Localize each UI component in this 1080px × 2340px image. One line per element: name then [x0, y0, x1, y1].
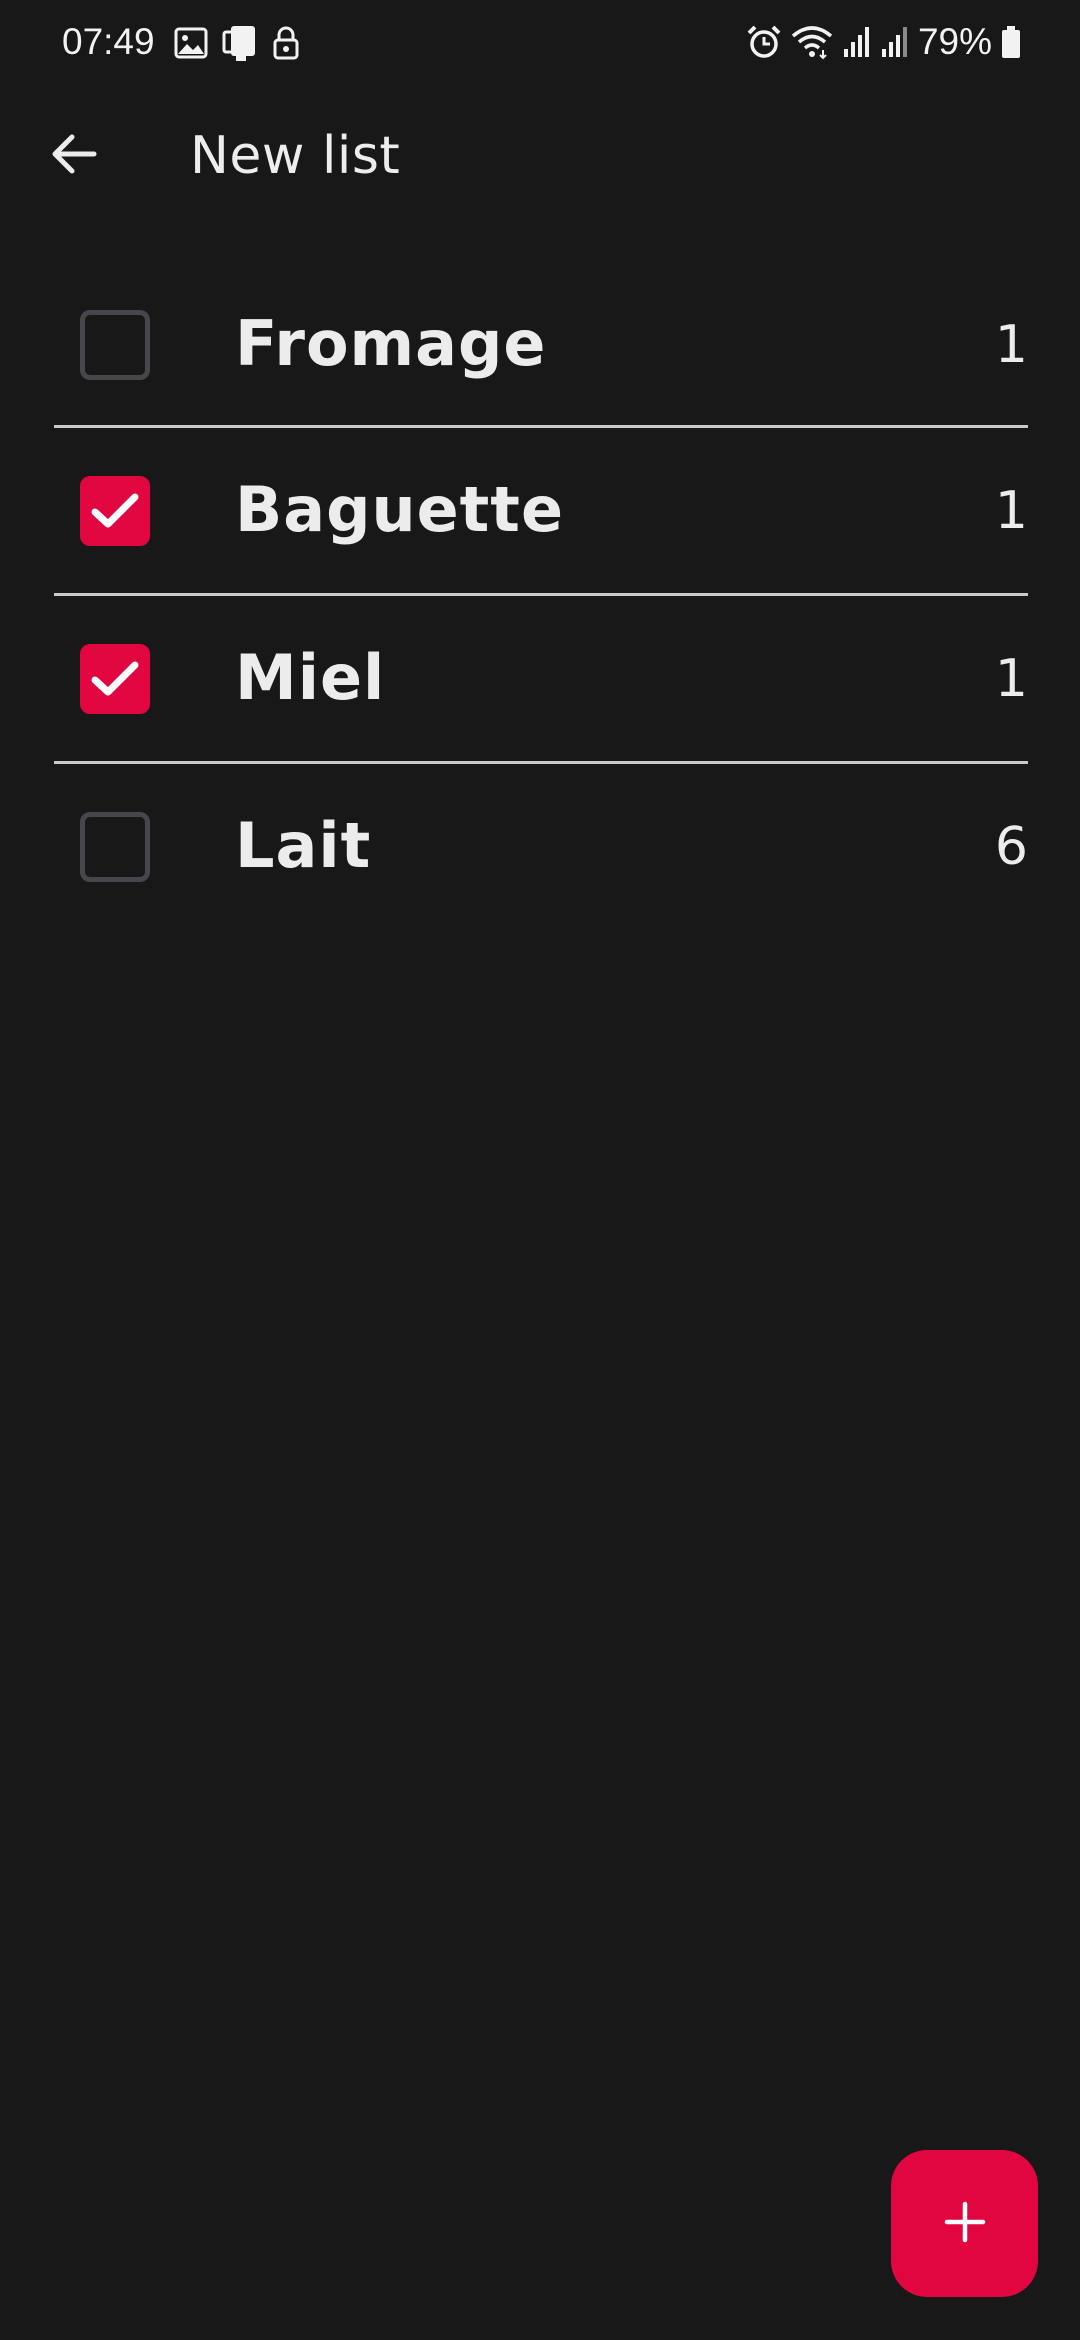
plus-icon	[943, 2200, 987, 2248]
add-item-button[interactable]	[891, 2150, 1038, 2297]
battery-percent: 79%	[917, 21, 992, 62]
item-quantity: 6	[994, 817, 1028, 877]
check-icon	[91, 493, 139, 528]
item-checkbox[interactable]	[80, 476, 150, 546]
list-item[interactable]: Fromage 1	[54, 262, 1028, 428]
signal-icon	[842, 25, 872, 59]
item-quantity: 1	[994, 481, 1028, 541]
shopping-list: Fromage 1 Baguette 1 Miel 1 Lait 6	[54, 262, 1028, 932]
alarm-icon	[746, 24, 782, 60]
list-item[interactable]: Baguette 1	[54, 428, 1028, 596]
page-title: New list	[190, 126, 401, 186]
status-left-icons	[174, 24, 300, 62]
item-quantity: 1	[994, 649, 1028, 709]
status-bar: 07:49 79%	[0, 0, 1080, 84]
lock-icon	[272, 26, 300, 60]
item-name: Miel	[235, 641, 386, 714]
app-bar: New list	[0, 110, 1080, 202]
status-time: 07:49	[62, 21, 155, 62]
device-sync-icon	[222, 24, 258, 62]
list-item[interactable]: Miel 1	[54, 596, 1028, 764]
image-icon	[174, 27, 208, 59]
battery-icon	[1000, 25, 1022, 59]
item-quantity: 1	[994, 315, 1028, 375]
item-name: Lait	[235, 809, 372, 882]
item-checkbox[interactable]	[80, 812, 150, 882]
item-name: Baguette	[235, 473, 564, 546]
wifi-icon	[790, 24, 834, 60]
item-checkbox[interactable]	[80, 310, 150, 380]
check-icon	[91, 661, 139, 696]
back-button[interactable]	[36, 120, 112, 192]
arrow-left-icon	[50, 132, 98, 180]
list-item[interactable]: Lait 6	[54, 764, 1028, 932]
item-name: Fromage	[235, 307, 547, 380]
status-right-icons: 79%	[746, 18, 1022, 66]
signal-icon	[880, 25, 910, 59]
item-checkbox[interactable]	[80, 644, 150, 714]
